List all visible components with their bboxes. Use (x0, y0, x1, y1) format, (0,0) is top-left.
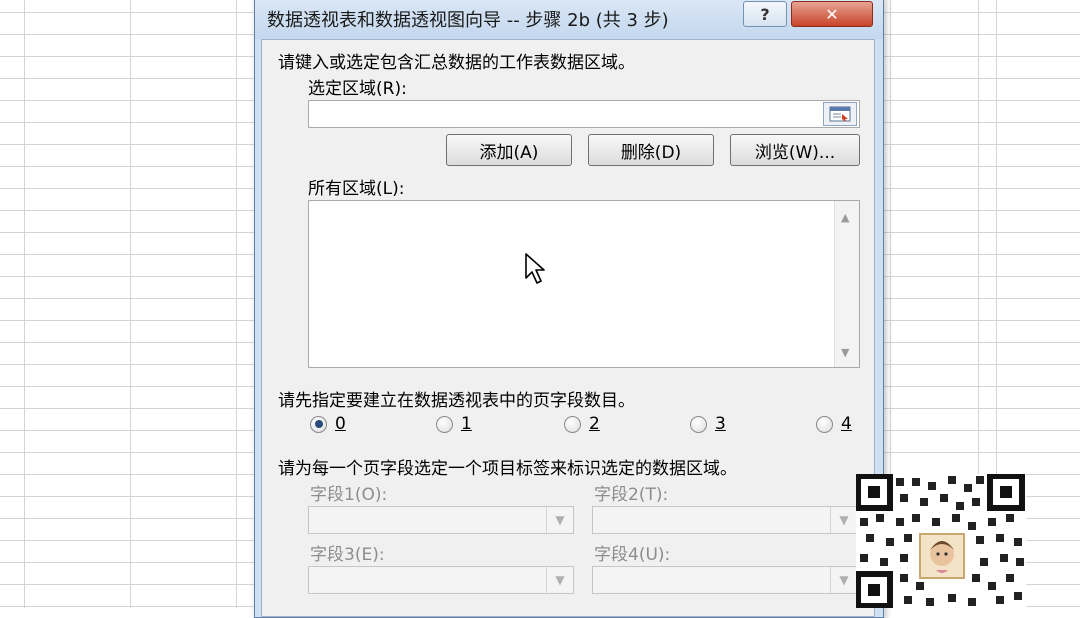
chevron-down-icon[interactable]: ▼ (546, 507, 573, 533)
radio-selected-icon (310, 415, 327, 433)
close-icon: ✕ (825, 4, 839, 24)
scroll-down-icon[interactable]: ▼ (841, 346, 849, 359)
add-button-label: 添加(A) (479, 142, 539, 163)
delete-button-label: 删除(D) (620, 142, 682, 163)
radio-icon (564, 415, 581, 433)
radio-label-3: 3 (715, 414, 726, 434)
range-instruction: 请键入或选定包含汇总数据的工作表数据区域。 (278, 53, 635, 73)
page-field-radio-1[interactable]: 1 (436, 414, 472, 434)
radio-label-1: 1 (461, 414, 472, 434)
list-scrollbar[interactable]: ▲ ▼ (834, 201, 859, 367)
page-field-radio-2[interactable]: 2 (564, 414, 600, 434)
page-field-radio-4[interactable]: 4 (816, 414, 852, 434)
add-button[interactable]: 添加(A) (446, 134, 572, 166)
title-bar[interactable]: 数据透视表和数据透视图向导 -- 步骤 2b (共 3 步) ? ✕ (255, 0, 883, 39)
pivot-wizard-dialog: 数据透视表和数据透视图向导 -- 步骤 2b (共 3 步) ? ✕ 请键入或选… (254, 0, 884, 618)
label-instruction: 请为每一个页字段选定一个项目标签来标识选定的数据区域。 (278, 459, 737, 479)
field1-label: 字段1(O): (310, 485, 388, 505)
browse-button[interactable]: 浏览(W)... (730, 134, 860, 166)
radio-label-4: 4 (841, 414, 852, 434)
delete-button[interactable]: 删除(D) (588, 134, 714, 166)
field4-label: 字段4(U): (594, 545, 671, 565)
dialog-body: 请键入或选定包含汇总数据的工作表数据区域。 选定区域(R): 添加(A) 删除(… (261, 39, 875, 617)
field2-combo[interactable]: ▼ (592, 506, 858, 534)
help-icon: ? (760, 4, 770, 24)
help-button[interactable]: ? (743, 1, 787, 27)
radio-icon (816, 415, 833, 433)
chevron-down-icon[interactable]: ▼ (830, 507, 857, 533)
mouse-pointer-icon (525, 253, 545, 284)
radio-label-0: 0 (335, 414, 346, 434)
chevron-down-icon[interactable]: ▼ (830, 567, 857, 593)
page-field-radio-0[interactable]: 0 (310, 414, 346, 434)
field3-combo[interactable]: ▼ (308, 566, 574, 594)
page-field-radio-3[interactable]: 3 (690, 414, 726, 434)
page-fields-instruction: 请先指定要建立在数据透视表中的页字段数目。 (278, 391, 635, 411)
radio-label-2: 2 (589, 414, 600, 434)
qr-code-watermark (855, 473, 1026, 609)
field2-label: 字段2(T): (594, 485, 669, 505)
range-label: 选定区域(R): (308, 79, 407, 99)
field1-combo[interactable]: ▼ (308, 506, 574, 534)
radio-icon (690, 415, 707, 433)
range-input[interactable] (308, 100, 860, 128)
collapse-dialog-button[interactable] (823, 102, 857, 126)
field3-label: 字段3(E): (310, 545, 385, 565)
all-ranges-label: 所有区域(L): (308, 179, 405, 199)
page-field-count-group: 0 1 2 3 4 (262, 414, 874, 440)
radio-icon (436, 415, 453, 433)
dialog-title: 数据透视表和数据透视图向导 -- 步骤 2b (共 3 步) (267, 10, 669, 31)
all-ranges-list[interactable]: ▲ ▼ (308, 200, 860, 368)
range-select-icon (829, 106, 851, 122)
field4-combo[interactable]: ▼ (592, 566, 858, 594)
scroll-up-icon[interactable]: ▲ (841, 211, 849, 224)
close-button[interactable]: ✕ (791, 1, 873, 27)
browse-button-label: 浏览(W)... (754, 142, 836, 163)
chevron-down-icon[interactable]: ▼ (546, 567, 573, 593)
qr-code-icon (855, 473, 1026, 609)
